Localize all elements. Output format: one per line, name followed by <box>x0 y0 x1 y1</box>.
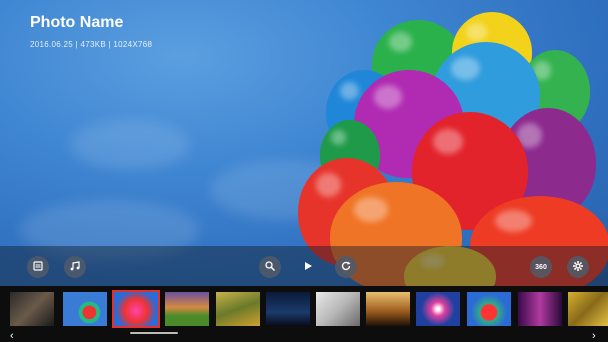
control-bar: 360 <box>0 246 608 286</box>
zoom-icon <box>264 260 276 275</box>
settings-button[interactable] <box>567 256 589 278</box>
zoom-button[interactable] <box>259 256 281 278</box>
thumbnail-strip <box>0 286 608 342</box>
play-icon <box>302 259 314 275</box>
thumbnail[interactable] <box>10 292 54 326</box>
rotate-icon <box>340 260 352 275</box>
thumbnail[interactable] <box>112 290 160 328</box>
chevron-left-icon[interactable]: ‹ <box>10 330 14 342</box>
thumbnail[interactable] <box>467 292 511 326</box>
photo-title: Photo Name <box>30 14 124 31</box>
view-360-label: 360 <box>535 263 547 271</box>
thumbnail[interactable] <box>316 292 360 326</box>
play-button[interactable] <box>297 256 319 278</box>
thumbnail[interactable] <box>568 292 608 326</box>
thumbnail[interactable] <box>216 292 260 326</box>
gear-icon <box>572 260 584 275</box>
thumbnail[interactable] <box>165 292 209 326</box>
thumbnail[interactable] <box>518 292 562 326</box>
thumbnail-scrollbar[interactable] <box>130 332 178 334</box>
thumbnail[interactable] <box>266 292 310 326</box>
chevron-right-icon[interactable]: › <box>592 330 596 342</box>
photo-viewer: Photo Name 2016.06.25 | 473KB | 1024X768 <box>0 0 608 342</box>
music-button[interactable] <box>64 256 86 278</box>
list-button[interactable] <box>27 256 49 278</box>
thumbnail[interactable] <box>366 292 410 326</box>
music-icon <box>69 260 81 275</box>
thumbnail[interactable] <box>63 292 107 326</box>
list-icon <box>32 260 44 275</box>
view-360-button[interactable]: 360 <box>530 256 552 278</box>
thumbnail[interactable] <box>416 292 460 326</box>
rotate-button[interactable] <box>335 256 357 278</box>
photo-meta: 2016.06.25 | 473KB | 1024X768 <box>30 40 153 49</box>
